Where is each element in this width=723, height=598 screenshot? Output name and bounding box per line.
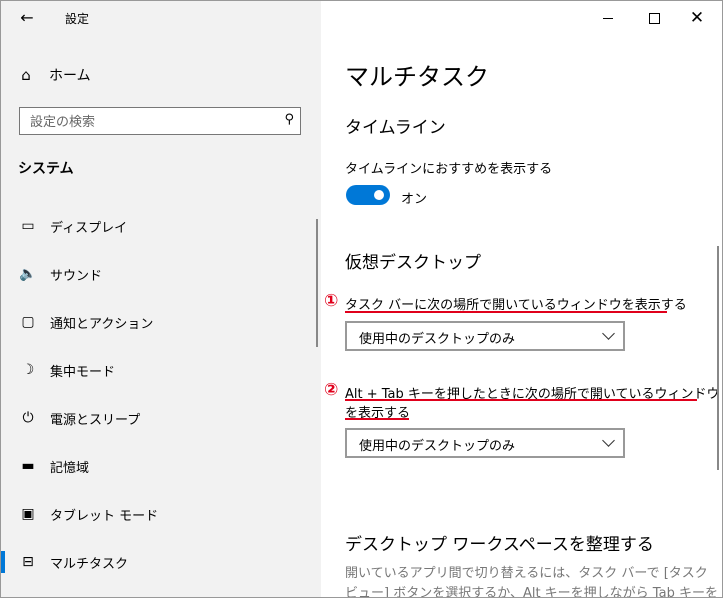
sidebar-item-notifications[interactable]: ▢ 通知とアクション [1, 307, 317, 337]
home-icon: ⌂ [21, 66, 31, 84]
search-box[interactable]: ⚲ [19, 107, 301, 135]
toggle-state-label: オン [401, 192, 428, 207]
window-title: 設定 [65, 12, 90, 26]
sidebar-item-label: ディスプレイ [50, 220, 128, 236]
sidebar-item-label: 電源とスリープ [50, 412, 141, 428]
page-title: マルチタスク [345, 63, 489, 91]
storage-icon: ▬ [21, 458, 35, 474]
moon-icon: ☽ [21, 362, 35, 378]
annotation-marker-1: ① [324, 291, 339, 311]
sidebar-item-display[interactable]: ▭ ディスプレイ [1, 211, 317, 241]
annotation-underline [345, 311, 667, 313]
sidebar-item-label: サウンド [50, 268, 103, 284]
sidebar-home[interactable]: ⌂ ホーム [17, 63, 91, 87]
workspace-description-cont: ビュー] ボタンを選択するか、Alt キーを押しながら Tab キーを [345, 586, 718, 598]
sidebar-item-label: 通知とアクション [50, 316, 154, 332]
search-icon[interactable]: ⚲ [284, 112, 294, 127]
minimize-icon[interactable] [597, 7, 621, 29]
search-input[interactable] [28, 111, 272, 133]
annotation-underline [345, 399, 697, 401]
content-scrollbar[interactable] [717, 246, 719, 470]
tablet-icon: ▣ [21, 506, 35, 522]
chevron-down-icon [602, 434, 615, 447]
annotation-marker-2: ② [324, 380, 339, 400]
sidebar-item-sound[interactable]: 🔈 サウンド [1, 259, 317, 289]
workspace-heading: デスクトップ ワークスペースを整理する [345, 535, 654, 555]
notification-icon: ▢ [21, 314, 35, 330]
sidebar-item-storage[interactable]: ▬ 記憶域 [1, 451, 317, 481]
alt-tab-windows-dropdown[interactable]: 使用中のデスクトップのみ [345, 428, 625, 458]
annotation-underline [345, 418, 409, 420]
sidebar-item-label: 集中モード [50, 364, 116, 380]
monitor-icon: ▭ [21, 218, 35, 234]
timeline-setting-label: タイムラインにおすすめを表示する [345, 162, 553, 177]
close-icon[interactable]: ✕ [685, 7, 709, 29]
sidebar-scrollbar[interactable] [316, 219, 318, 347]
virtual-desktops-heading: 仮想デスクトップ [345, 253, 481, 273]
sidebar-item-power[interactable]: ⏻ 電源とスリープ [1, 403, 317, 433]
taskbar-windows-dropdown[interactable]: 使用中のデスクトップのみ [345, 321, 625, 351]
sidebar-item-focus[interactable]: ☽ 集中モード [1, 355, 317, 385]
sidebar-item-label: マルチタスク [50, 556, 129, 572]
sidebar-item-label: 記憶域 [50, 460, 90, 476]
sidebar-item-multitasking[interactable]: ⊟ マルチタスク [1, 547, 317, 577]
chevron-down-icon [602, 327, 615, 340]
workspace-description: 開いているアプリ間で切り替えるには、タスク バーで [タスク [345, 566, 708, 581]
dropdown-value: 使用中のデスクトップのみ [359, 439, 516, 454]
sidebar-item-label: タブレット モード [50, 508, 159, 524]
timeline-toggle[interactable] [346, 185, 390, 205]
settings-window: ← 設定 ✕ ⌂ ホーム ⚲ システム ▭ ディスプレイ 🔈 サウンド ▢ 通知… [0, 0, 723, 598]
title-bar: ← 設定 ✕ [1, 1, 722, 35]
multitask-icon: ⊟ [22, 554, 34, 570]
back-arrow-icon[interactable]: ← [17, 8, 37, 28]
power-icon: ⏻ [22, 410, 34, 426]
sidebar-item-tablet[interactable]: ▣ タブレット モード [1, 499, 317, 529]
timeline-heading: タイムライン [345, 118, 446, 138]
dropdown-value: 使用中のデスクトップのみ [359, 332, 516, 347]
sidebar-home-label: ホーム [49, 68, 91, 84]
maximize-icon[interactable] [642, 7, 666, 29]
speaker-icon: 🔈 [19, 266, 37, 282]
sidebar-section-title: システム [18, 161, 74, 177]
